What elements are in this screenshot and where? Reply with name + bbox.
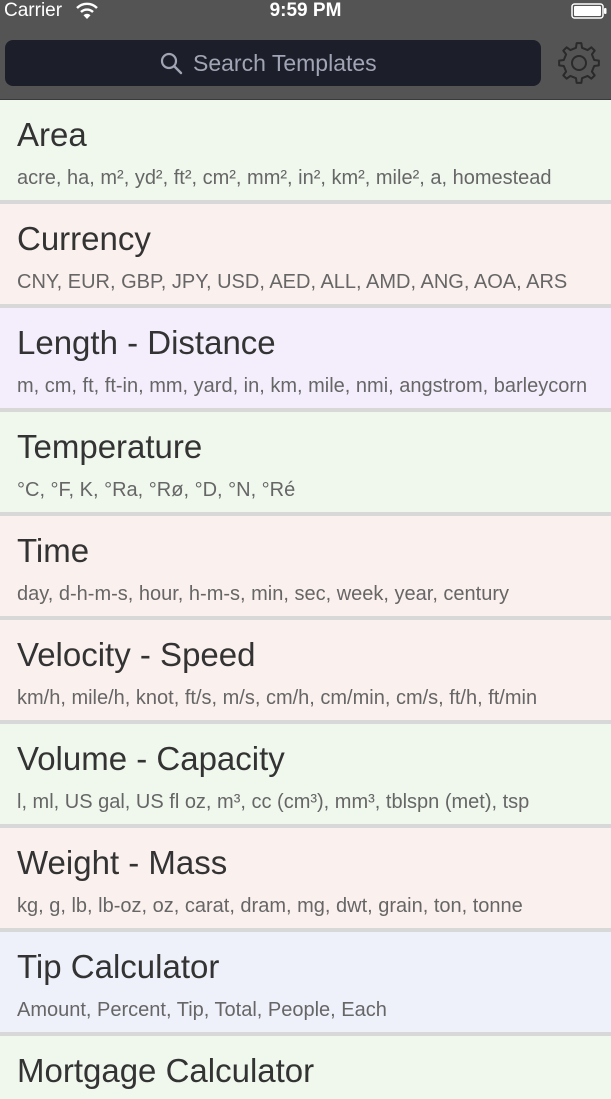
template-row[interactable]: Length - Distance m, cm, ft, ft-in, mm, y…	[0, 308, 611, 412]
gear-icon[interactable]	[556, 40, 602, 86]
template-units: °C, °F, K, °Ra, °Rø, °D, °N, °Ré	[17, 479, 296, 501]
template-title: Mortgage Calculator	[17, 1052, 315, 1089]
template-title: Tip Calculator	[17, 948, 220, 985]
battery-icon	[571, 3, 607, 19]
template-units: kg, g, lb, lb-oz, oz, carat, dram, mg, d…	[17, 895, 523, 917]
template-title: Area	[17, 116, 87, 153]
navigation-bar: Search Templates	[0, 24, 611, 100]
template-row[interactable]: Volume - Capacity l, ml, US gal, US fl oz…	[0, 724, 611, 828]
template-row[interactable]: Area acre, ha, m², yd², ft², cm², mm², in…	[0, 100, 611, 204]
template-units: m, cm, ft, ft-in, mm, yard, in, km, mile…	[17, 375, 588, 397]
template-units: Amount, Percent, Tip, Total, People, Eac…	[17, 999, 387, 1021]
template-row[interactable]: Time day, d-h-m-s, hour, h-m-s, min, sec,…	[0, 516, 611, 620]
template-row[interactable]: Currency CNY, EUR, GBP, JPY, USD, AED, AL…	[0, 204, 611, 308]
template-title: Weight - Mass	[17, 844, 228, 881]
template-title: Volume - Capacity	[17, 740, 285, 777]
template-title: Currency	[17, 220, 151, 257]
template-row[interactable]: Temperature °C, °F, K, °Ra, °Rø, °D, °N, …	[0, 412, 611, 516]
template-row[interactable]: Tip Calculator Amount, Percent, Tip, Tota…	[0, 932, 611, 1036]
template-title: Velocity - Speed	[17, 636, 256, 673]
template-title: Length - Distance	[17, 324, 276, 361]
template-units: acre, ha, m², yd², ft², cm², mm², in², k…	[17, 167, 552, 189]
template-row[interactable]: Velocity - Speed km/h, mile/h, knot, ft/s…	[0, 620, 611, 724]
template-list: Area acre, ha, m², yd², ft², cm², mm², in…	[0, 100, 611, 1099]
clock: 9:59 PM	[269, 0, 342, 21]
search-input[interactable]: Search Templates	[5, 40, 541, 86]
template-title: Temperature	[17, 428, 203, 465]
template-row[interactable]: Mortgage Calculator	[0, 1036, 611, 1099]
template-units: km/h, mile/h, knot, ft/s, m/s, cm/h, cm/…	[17, 687, 538, 709]
template-units: day, d-h-m-s, hour, h-m-s, min, sec, wee…	[17, 583, 510, 605]
template-title: Time	[17, 532, 90, 569]
search-icon	[160, 52, 183, 75]
status-bar: Carrier 9:59 PM	[0, 0, 611, 24]
template-units: CNY, EUR, GBP, JPY, USD, AED, ALL, AMD, …	[17, 271, 568, 293]
template-row[interactable]: Weight - Mass kg, g, lb, lb-oz, oz, carat…	[0, 828, 611, 932]
search-placeholder: Search Templates	[193, 50, 377, 76]
template-units: l, ml, US gal, US fl oz, m³, cc (cm³), m…	[17, 791, 530, 813]
